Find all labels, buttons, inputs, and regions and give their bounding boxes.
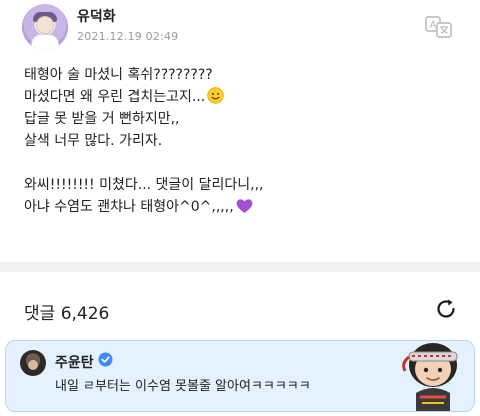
post-date: 2021.12.19 02:49 (77, 30, 179, 43)
post-line-6: 와씨!!!!!!!! 미쳤다... 댓글이 달리다니,,, (24, 177, 264, 193)
avatar-body (31, 34, 59, 50)
comments-count: 댓글 6,426 (24, 299, 109, 324)
avatar-face (36, 16, 54, 34)
author-name[interactable]: 유덕화 (77, 6, 116, 26)
post-line-gap (24, 152, 464, 174)
comment-text: 내일 ㄹ부터는 이수염 못볼줄 알아여ㅋㅋㅋㅋㅋ (55, 379, 311, 394)
comments-number: 6,426 (60, 304, 110, 324)
post-line-3: 답글 못 받을 거 뻔하지만,, (24, 111, 180, 127)
commenter-avatar-face (28, 360, 38, 370)
character-sticker-icon (398, 335, 468, 411)
svg-text:A: A (430, 20, 437, 31)
smiling-face-icon (207, 87, 224, 111)
verified-badge-icon (98, 352, 113, 367)
refresh-icon[interactable] (434, 297, 458, 321)
post-body: 태형아 술 마셨니 혹쉬???????? 마셨다면 왜 우린 겹치는고지... … (24, 64, 464, 218)
comments-header: 댓글 6,426 (0, 288, 480, 328)
translate-icon[interactable]: A (425, 16, 453, 38)
artist-comment-card[interactable]: 주윤탄 내일 ㄹ부터는 이수염 못볼줄 알아여ㅋㅋㅋㅋㅋ (5, 340, 475, 412)
post-line-7: 아냐 수염도 괜챠나 태형아^0^,,,,, (24, 196, 464, 218)
post-line-7-text: 아냐 수염도 괜챠나 태형아^0^,,,,, (24, 199, 234, 215)
post-line-2-text: 마셨다면 왜 우린 겹치는고지... (24, 89, 206, 105)
post-line-2: 마셨다면 왜 우린 겹치는고지... (24, 86, 464, 108)
post-header: 유덕화 2021.12.19 02:49 A (0, 0, 480, 56)
commenter-name[interactable]: 주윤탄 (55, 352, 94, 372)
purple-heart-icon (236, 198, 253, 221)
author-avatar[interactable] (22, 4, 68, 50)
section-divider (0, 262, 480, 272)
post-line-4: 살색 너무 많다. 가리자. (24, 133, 163, 149)
post-line-1: 태형아 술 마셨니 혹쉬???????? (24, 67, 213, 83)
commenter-avatar[interactable] (20, 350, 46, 376)
comments-label: 댓글 (24, 304, 56, 324)
